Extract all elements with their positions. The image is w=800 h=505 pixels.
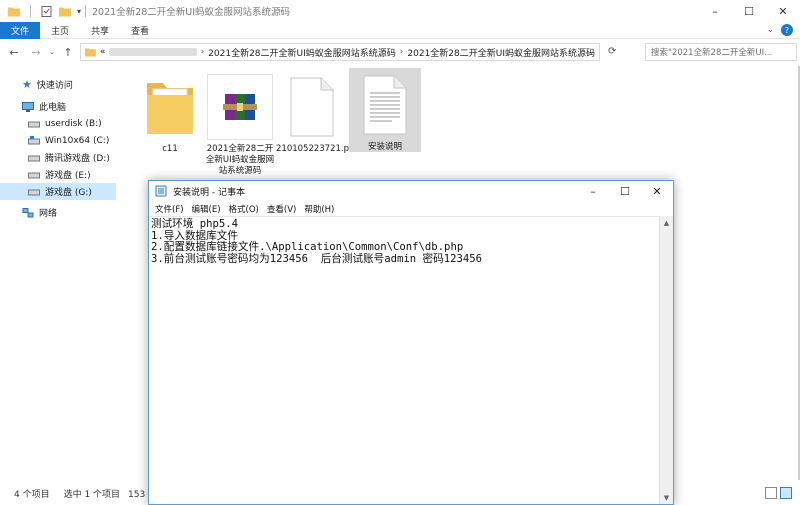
notepad-icon xyxy=(155,185,167,197)
nav-this-pc[interactable]: 此电脑 xyxy=(0,98,116,115)
vertical-scrollbar[interactable]: ▲ ▼ xyxy=(659,216,673,504)
tab-file[interactable]: 文件 xyxy=(0,21,40,39)
file-name: 安装说明 xyxy=(367,142,402,152)
nav-quick-access[interactable]: ★ 快速访问 xyxy=(0,76,116,93)
search-input[interactable]: 搜索"2021全新28二开全新UI... xyxy=(645,43,797,61)
text-line: 测试环境 php5.4 xyxy=(151,218,239,230)
drive-icon xyxy=(28,155,40,161)
large-icons-view-icon[interactable] xyxy=(780,487,792,499)
text-file-icon xyxy=(352,72,418,138)
file-item[interactable]: 2021全新28二开全新UI蚂蚁金服网站系统源码 xyxy=(204,70,276,177)
tab-home[interactable]: 主页 xyxy=(40,24,80,37)
drive-icon xyxy=(28,189,40,195)
nav-drive-c[interactable]: Win10x64 (C:) xyxy=(0,132,116,149)
blurred-path-segment xyxy=(109,48,197,56)
search-placeholder: 搜索"2021全新28二开全新UI... xyxy=(651,48,773,58)
nav-drive-b[interactable]: userdisk (B:) xyxy=(0,115,116,132)
selection-info: 选中 1 个项目 xyxy=(63,490,121,500)
folder-icon xyxy=(8,7,20,16)
maximize-button[interactable]: ☐ xyxy=(609,181,641,201)
nav-label: 游戏盘 (E:) xyxy=(45,171,91,181)
properties-icon[interactable] xyxy=(41,5,53,17)
scroll-up-icon[interactable]: ▲ xyxy=(660,216,673,229)
text-editor[interactable]: 测试环境 php5.4 1.导入数据库文件 2.配置数据库链接文件.\Appli… xyxy=(149,216,659,504)
qat-dropdown-icon[interactable]: ▾ xyxy=(77,7,81,16)
minimize-button[interactable]: – xyxy=(577,181,609,201)
breadcrumb-overflow[interactable]: « xyxy=(100,47,106,57)
nav-label: 快速访问 xyxy=(36,81,73,91)
file-name: 2021全新28二开全新UI蚂蚁金服网站系统源码 xyxy=(205,144,275,176)
item-count: 4 个项目 xyxy=(14,490,50,500)
navigation-pane: ★ 快速访问 此电脑 userdisk (B:) Win10x64 (C:) 腾… xyxy=(0,70,116,480)
divider xyxy=(85,5,87,17)
folder-icon xyxy=(137,74,203,140)
address-dropdown-icon[interactable]: ⌄ xyxy=(587,47,595,57)
breadcrumb-separator[interactable]: › xyxy=(400,47,404,57)
back-arrow-icon[interactable]: ← xyxy=(6,46,22,59)
folder-icon xyxy=(85,48,96,57)
drive-icon xyxy=(28,121,40,127)
window-title: 2021全新28二开全新UI蚂蚁金服网站系统源码 xyxy=(92,7,291,18)
notepad-window: 安装说明 - 记事本 – ☐ ✕ 文件(F) 编辑(E) 格式(O) 查看(V)… xyxy=(148,180,674,505)
windows-drive-icon xyxy=(28,135,40,144)
file-item[interactable]: 210105223721.psc xyxy=(276,70,359,155)
window-controls: – ☐ ✕ xyxy=(698,0,800,22)
star-icon: ★ xyxy=(22,78,32,91)
nav-label: userdisk (B:) xyxy=(45,118,102,129)
view-switcher xyxy=(765,487,792,499)
tab-view[interactable]: 查看 xyxy=(120,24,160,37)
nav-drive-g[interactable]: 游戏盘 (G:) xyxy=(0,183,116,200)
maximize-button[interactable]: ☐ xyxy=(732,0,766,22)
menu-format[interactable]: 格式(O) xyxy=(225,203,263,215)
explorer-titlebar: ▾ 2021全新28二开全新UI蚂蚁金服网站系统源码 – ☐ ✕ xyxy=(0,0,800,22)
file-name: 210105223721.psc xyxy=(276,144,359,154)
blank-file-icon xyxy=(279,74,345,140)
ribbon-tabs: 文件 主页 共享 查看 ⌄ ? xyxy=(0,21,800,39)
quick-access-toolbar: ▾ xyxy=(0,5,81,17)
menu-view[interactable]: 查看(V) xyxy=(263,203,300,215)
help-icon[interactable]: ? xyxy=(781,24,793,36)
nav-label: 网络 xyxy=(39,209,58,219)
minimize-button[interactable]: – xyxy=(698,0,732,22)
refresh-icon[interactable]: ⟳ xyxy=(608,46,616,57)
window-controls: – ☐ ✕ xyxy=(577,181,673,201)
network-icon xyxy=(22,207,34,217)
notepad-title: 安装说明 - 记事本 xyxy=(173,187,245,198)
menu-file[interactable]: 文件(F) xyxy=(151,203,188,215)
computer-icon xyxy=(22,101,34,112)
recent-locations-icon[interactable]: ⌄ xyxy=(44,48,60,56)
divider xyxy=(30,5,31,17)
scroll-down-icon[interactable]: ▼ xyxy=(660,491,673,504)
nav-label: 游戏盘 (G:) xyxy=(45,188,92,198)
file-item-selected[interactable]: 安装说明 xyxy=(349,68,421,152)
file-item[interactable]: c11 xyxy=(134,70,206,155)
menu-help[interactable]: 帮助(H) xyxy=(300,203,338,215)
nav-label: 腾讯游戏盘 (D:) xyxy=(45,154,110,164)
new-folder-icon[interactable] xyxy=(59,6,71,17)
tab-share[interactable]: 共享 xyxy=(80,24,120,37)
menu-edit[interactable]: 编辑(E) xyxy=(188,203,225,215)
nav-drive-d[interactable]: 腾讯游戏盘 (D:) xyxy=(0,149,116,166)
winrar-archive-icon xyxy=(207,74,273,140)
nav-network[interactable]: 网络 xyxy=(0,204,116,221)
text-line: 3.前台测试账号密码均为123456 后台测试账号admin 密码123456 xyxy=(151,253,483,266)
nav-label: 此电脑 xyxy=(39,103,67,113)
details-view-icon[interactable] xyxy=(765,487,777,499)
file-name: c11 xyxy=(162,144,178,154)
address-bar[interactable]: « › 2021全新28二开全新UI蚂蚁金服网站系统源码 › 2021全新28二… xyxy=(80,43,600,61)
breadcrumb-separator[interactable]: › xyxy=(201,47,205,57)
notepad-menubar: 文件(F) 编辑(E) 格式(O) 查看(V) 帮助(H) xyxy=(149,201,673,216)
up-arrow-icon[interactable]: ↑ xyxy=(60,46,76,59)
breadcrumb-segment[interactable]: 2021全新28二开全新UI蚂蚁金服网站系统源码 xyxy=(208,46,396,59)
drive-icon xyxy=(28,172,40,178)
forward-arrow-icon[interactable]: → xyxy=(28,46,44,59)
breadcrumb-segment[interactable]: 2021全新28二开全新UI蚂蚁金服网站系统源码 xyxy=(407,46,595,59)
close-button[interactable]: ✕ xyxy=(766,0,800,22)
notepad-titlebar: 安装说明 - 记事本 – ☐ ✕ xyxy=(149,181,673,201)
close-button[interactable]: ✕ xyxy=(641,181,673,201)
navigation-bar: ← → ⌄ ↑ « › 2021全新28二开全新UI蚂蚁金服网站系统源码 › 2… xyxy=(0,40,800,64)
ribbon-expand-icon[interactable]: ⌄ xyxy=(766,25,774,35)
nav-label: Win10x64 (C:) xyxy=(45,135,110,146)
nav-drive-e[interactable]: 游戏盘 (E:) xyxy=(0,166,116,183)
